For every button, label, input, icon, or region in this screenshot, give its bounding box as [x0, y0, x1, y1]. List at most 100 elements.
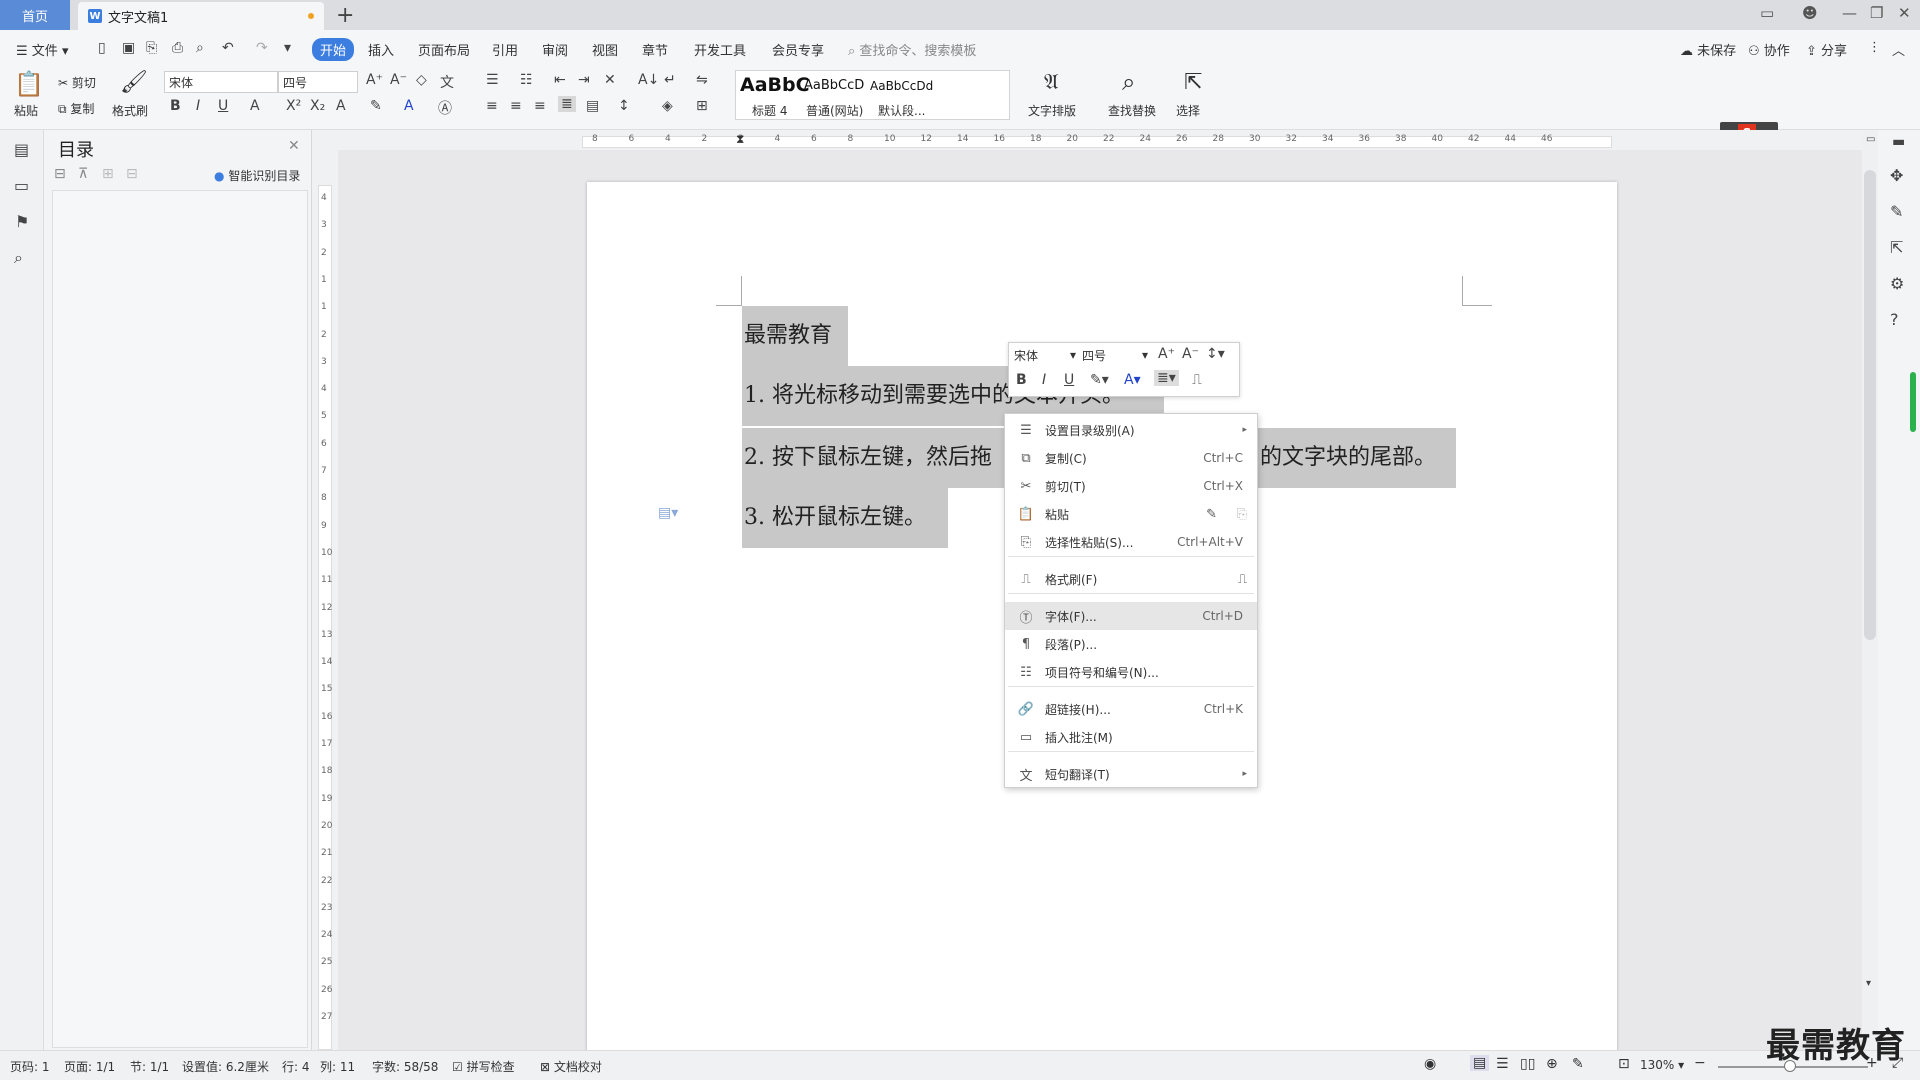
mini-align-icon[interactable]: ≣▾	[1154, 370, 1179, 386]
zoom-out-icon[interactable]: −	[1694, 1055, 1706, 1071]
status-row[interactable]: 行: 4	[282, 1058, 310, 1075]
doc-line-3-end[interactable]: 的文字块的尾部。	[1258, 428, 1456, 488]
numbering-icon[interactable]: ☷	[520, 72, 533, 88]
context-menu-item[interactable]: ✂ 剪切(T) Ctrl+X	[1005, 472, 1257, 500]
format-painter-button[interactable]: 格式刷	[112, 102, 148, 119]
justify-icon[interactable]: ≣	[558, 96, 576, 112]
toc-collapse-icon[interactable]: ⊼	[78, 166, 88, 182]
customize-icon[interactable]: ▾	[284, 40, 291, 56]
tab-stops-icon[interactable]: ⇋	[696, 72, 708, 88]
find-replace-button[interactable]: 查找替换	[1108, 102, 1156, 119]
redo-icon[interactable]: ↷	[256, 40, 268, 56]
context-menu-item[interactable]: ☰ 设置目录级别(A) ▸	[1005, 416, 1257, 444]
grow-font-icon[interactable]: A⁺	[366, 72, 383, 88]
mini-bold-icon[interactable]: B	[1016, 372, 1027, 388]
copy-button[interactable]: ⧉ 复制	[58, 100, 94, 117]
text-effect-icon[interactable]: A	[336, 98, 346, 114]
select-cursor-icon[interactable]: ⇱	[1184, 70, 1202, 95]
save-icon[interactable]: ▣	[122, 40, 135, 56]
shrink-font-icon[interactable]: A⁻	[390, 72, 407, 88]
clear-format-icon[interactable]: ◇	[416, 72, 427, 88]
underline-icon[interactable]: U	[218, 98, 228, 114]
eye-protect-icon[interactable]: ◉	[1424, 1056, 1436, 1072]
context-menu-item[interactable]: ☷ 项目符号和编号(N)...	[1005, 658, 1257, 686]
new-tab-button[interactable]: +	[336, 3, 354, 28]
style-default-preview[interactable]: AaBbCcDd	[870, 79, 933, 93]
mini-font-color-icon[interactable]: A▾	[1124, 372, 1141, 388]
distributed-icon[interactable]: ▤	[586, 98, 599, 114]
doc-line-3-start[interactable]: 2. 按下鼠标左键，然后拖	[742, 428, 1006, 488]
menu-item-member[interactable]: 会员专享	[772, 40, 824, 59]
smart-toc-button[interactable]: ● 智能识别目录	[214, 167, 300, 184]
show-marks-icon[interactable]: ↵	[664, 72, 676, 88]
scroll-top-icon[interactable]: ▭	[1866, 134, 1875, 145]
scrollbar-thumb[interactable]	[1864, 170, 1876, 640]
unsaved-button[interactable]: ☁ 未保存	[1680, 40, 1736, 59]
text-layout-button[interactable]: 文字排版	[1028, 102, 1076, 119]
menu-item-home[interactable]: 开始	[312, 38, 355, 61]
mini-font-name[interactable]: 宋体 ▾	[1010, 345, 1078, 365]
char-border-icon[interactable]: Ⓐ	[438, 98, 452, 118]
mini-grow-font-icon[interactable]: A⁺	[1158, 346, 1175, 362]
menu-item-devtools[interactable]: 开发工具	[694, 40, 746, 59]
mini-line-spacing-icon[interactable]: ↕▾	[1206, 346, 1225, 362]
menu-item-insert[interactable]: 插入	[368, 40, 394, 59]
outline-view-icon[interactable]: ☰	[1496, 1056, 1509, 1072]
toc-close-icon[interactable]: ✕	[288, 138, 300, 154]
menu-item-view[interactable]: 视图	[592, 40, 618, 59]
align-right-icon[interactable]: ≡	[534, 98, 546, 114]
layout-icon[interactable]: ▭	[1760, 4, 1774, 22]
style-panel-icon[interactable]: ✥	[1890, 166, 1903, 185]
mini-shrink-font-icon[interactable]: A⁻	[1182, 346, 1199, 362]
style-web-label[interactable]: 普通(网站)	[806, 102, 863, 119]
minimize-button[interactable]: —	[1842, 4, 1857, 22]
doc-line-4[interactable]: 3. 松开鼠标左键。	[742, 488, 948, 548]
share-button[interactable]: ⇪ 分享	[1806, 40, 1847, 59]
paste-icon[interactable]: 📋	[14, 70, 44, 98]
font-size-select[interactable]: 四号	[278, 71, 358, 93]
pen-icon[interactable]: ✎	[1890, 202, 1903, 221]
restore-button[interactable]: ❐	[1870, 4, 1883, 22]
superscript-icon[interactable]: X²	[286, 98, 301, 114]
context-menu-item[interactable]: ▭ 插入批注(M)	[1005, 723, 1257, 751]
context-menu-item[interactable]: ¶ 段落(P)...	[1005, 630, 1257, 658]
tab-document[interactable]: W 文字文稿1	[78, 2, 324, 30]
style-heading4-label[interactable]: 标题 4	[752, 102, 787, 119]
chinese-layout-icon[interactable]: ✕	[604, 72, 616, 88]
menu-item-chapter[interactable]: 章节	[642, 40, 668, 59]
style-default-label[interactable]: 默认段...	[878, 102, 925, 119]
help-icon[interactable]: ?	[1890, 310, 1899, 329]
style-web-preview[interactable]: AaBbCcD	[804, 78, 864, 93]
zoom-level[interactable]: 130% ▾	[1640, 1058, 1684, 1072]
line-spacing-icon[interactable]: ↕	[618, 98, 630, 114]
paste-keep-format-icon[interactable]: ✎	[1206, 507, 1217, 522]
borders-icon[interactable]: ⊞	[696, 98, 708, 114]
print-preview-icon[interactable]: ⌕	[196, 40, 204, 56]
align-left-icon[interactable]: ≡	[486, 98, 498, 114]
context-menu-item[interactable]: 文短句翻译(T) ▸	[1005, 760, 1257, 788]
sort-icon[interactable]: A↓	[638, 72, 659, 88]
nav-pane-icon[interactable]: ▤	[14, 140, 29, 159]
shading-icon[interactable]: ◈	[662, 98, 673, 114]
mini-highlight-icon[interactable]: ✎▾	[1090, 372, 1109, 388]
collapse-ribbon-icon[interactable]: ︿	[1892, 40, 1905, 59]
toc-remove-icon[interactable]: ⊟	[126, 166, 138, 182]
cut-button[interactable]: ✂ 剪切	[58, 74, 96, 91]
print-icon[interactable]: ⎙	[172, 40, 183, 56]
highlight-icon[interactable]: ✎	[370, 98, 382, 114]
font-color-icon[interactable]: A	[404, 98, 414, 114]
status-setting[interactable]: 设置值: 6.2厘米	[182, 1058, 269, 1075]
decrease-indent-icon[interactable]: ⇤	[554, 72, 566, 88]
write-view-icon[interactable]: ✎	[1572, 1056, 1584, 1072]
mini-format-painter-icon[interactable]: ⎍	[1192, 372, 1202, 388]
spell-check-button[interactable]: ☑ 拼写检查	[452, 1058, 515, 1075]
context-menu-item[interactable]: Ⓣ 字体(F)... Ctrl+D	[1005, 602, 1257, 630]
doc-line-1[interactable]: 最需教育	[742, 306, 848, 366]
read-view-icon[interactable]: ▯▯	[1520, 1056, 1535, 1072]
paste-text-only-icon[interactable]: ⎘	[1237, 507, 1247, 522]
context-menu-item[interactable]: ⧉ 复制(C) Ctrl+C	[1005, 444, 1257, 472]
collab-button[interactable]: ⚇ 协作	[1748, 40, 1790, 59]
sidebar-toggle-icon[interactable]: ▬	[1892, 134, 1905, 150]
context-menu-item[interactable]: 📋 粘贴 ✎ ⎘	[1005, 500, 1257, 528]
web-view-icon[interactable]: ⊕	[1546, 1056, 1558, 1072]
